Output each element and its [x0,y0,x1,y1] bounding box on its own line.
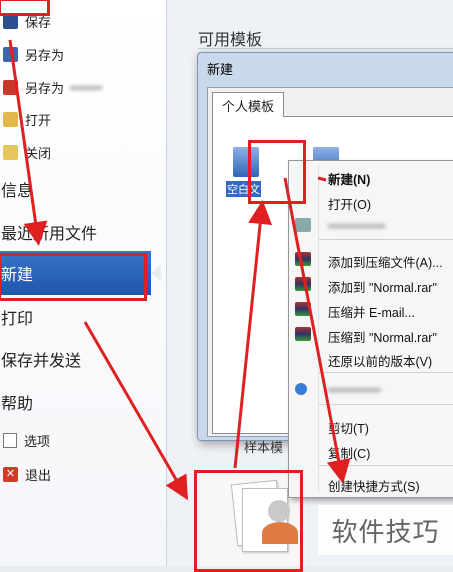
annotation-arrows [8,39,351,501]
arrow-to-blank-doc [233,200,273,469]
arrow-to-thumbnail [83,321,189,501]
arrow-stub [317,176,327,182]
arrow-to-new [8,39,48,246]
arrow-to-shortcut [283,177,351,484]
watermark: 软件技巧 [318,505,453,555]
